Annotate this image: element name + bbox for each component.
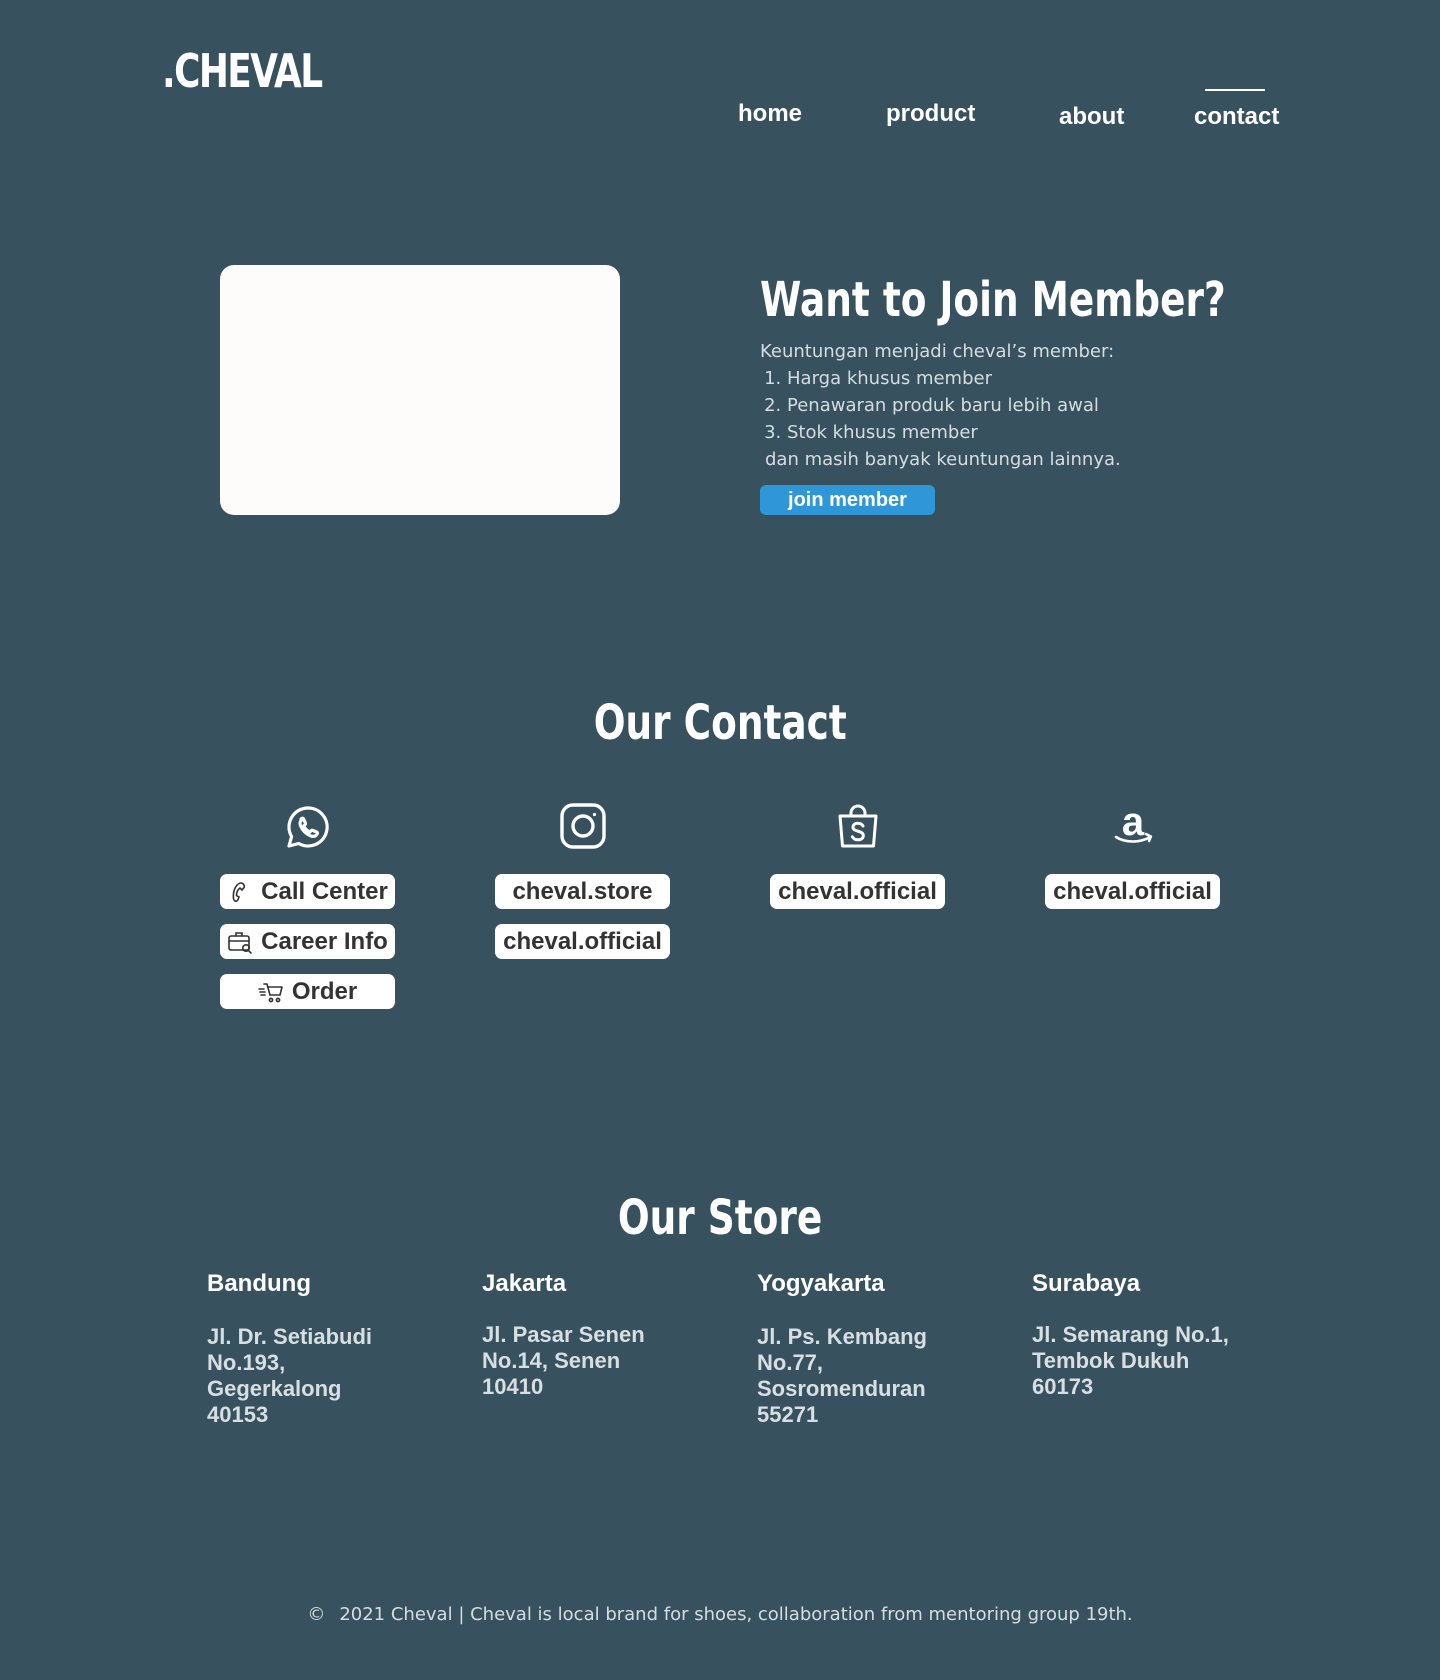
store-bandung: Bandung Jl. Dr. Setiabudi No.193, Gegerk… bbox=[207, 1270, 437, 1428]
phone-icon bbox=[232, 881, 246, 902]
amazon-icon[interactable]: a bbox=[1108, 800, 1158, 851]
member-image-placeholder bbox=[220, 265, 620, 515]
nav-product[interactable]: product bbox=[886, 100, 975, 128]
store-title: Our Store bbox=[617, 1190, 823, 1246]
instagram-store-link[interactable]: cheval.store bbox=[495, 874, 670, 909]
brand-logo[interactable]: .CHEVAL bbox=[162, 44, 323, 98]
store-city: Surabaya bbox=[1032, 1270, 1141, 1297]
store-address: Jl. Dr. Setiabudi No.193, Gegerkalong 40… bbox=[207, 1324, 373, 1427]
contact-title: Our Contact bbox=[593, 695, 847, 751]
nav-contact[interactable]: contact bbox=[1194, 103, 1279, 131]
copyright-icon: © bbox=[307, 1604, 326, 1625]
shopee-official-link[interactable]: cheval.official bbox=[770, 874, 945, 909]
store-city: Jakarta bbox=[482, 1270, 567, 1297]
svg-text:a: a bbox=[1122, 801, 1145, 844]
shopee-official-label: cheval.official bbox=[778, 877, 937, 905]
shopee-icon[interactable] bbox=[833, 801, 883, 851]
store-address: Jl. Ps. Kembang No.77, Sosromenduran 552… bbox=[757, 1324, 927, 1427]
join-member-button[interactable]: join member bbox=[760, 485, 935, 515]
call-center-label: Call Center bbox=[261, 877, 388, 905]
store-city: Bandung bbox=[207, 1270, 311, 1297]
store-surabaya: Surabaya Jl. Semarang No.1, Tembok Dukuh… bbox=[1032, 1270, 1262, 1400]
call-center-button[interactable]: Call Center bbox=[220, 874, 395, 909]
store-address: Jl. Semarang No.1, Tembok Dukuh 60173 bbox=[1032, 1322, 1229, 1399]
footer-text: 2021 Cheval | Cheval is local brand for … bbox=[339, 1604, 1133, 1625]
member-intro: Keuntungan menjadi cheval’s member: bbox=[760, 341, 1115, 362]
store-address: Jl. Pasar Senen No.14, Senen 10410 bbox=[482, 1322, 645, 1399]
instagram-official-link[interactable]: cheval.official bbox=[495, 924, 670, 959]
career-info-button[interactable]: Career Info bbox=[220, 924, 395, 959]
amazon-official-label: cheval.official bbox=[1053, 877, 1212, 905]
benefit-item: Stok khusus member bbox=[787, 419, 1121, 446]
store-city: Yogyakarta bbox=[757, 1270, 885, 1297]
nav-active-indicator bbox=[1205, 89, 1265, 91]
nav-home[interactable]: home bbox=[738, 100, 802, 128]
benefit-item: Penawaran produk baru lebih awal bbox=[787, 392, 1121, 419]
nav-about[interactable]: about bbox=[1059, 103, 1124, 131]
store-jakarta: Jakarta Jl. Pasar Senen No.14, Senen 104… bbox=[482, 1270, 712, 1400]
cart-icon bbox=[258, 982, 283, 1002]
instagram-store-label: cheval.store bbox=[512, 877, 653, 905]
footer: © 2021 Cheval | Cheval is local brand for… bbox=[0, 1604, 1440, 1625]
member-outro: dan masih banyak keuntungan lainnya. bbox=[765, 449, 1121, 470]
member-benefits: Keuntungan menjadi cheval’s member: Harg… bbox=[760, 338, 1121, 473]
whatsapp-icon[interactable] bbox=[283, 802, 333, 852]
benefit-item: Harga khusus member bbox=[787, 365, 1121, 392]
order-label: Order bbox=[291, 977, 358, 1005]
order-button[interactable]: Order bbox=[220, 974, 395, 1009]
briefcase-icon bbox=[228, 931, 252, 954]
career-info-label: Career Info bbox=[261, 927, 388, 955]
amazon-official-link[interactable]: cheval.official bbox=[1045, 874, 1220, 909]
instagram-icon[interactable] bbox=[558, 801, 608, 851]
member-title: Want to Join Member? bbox=[760, 272, 1226, 328]
instagram-official-label: cheval.official bbox=[503, 927, 662, 955]
store-yogyakarta: Yogyakarta Jl. Ps. Kembang No.77, Sosrom… bbox=[757, 1270, 987, 1428]
